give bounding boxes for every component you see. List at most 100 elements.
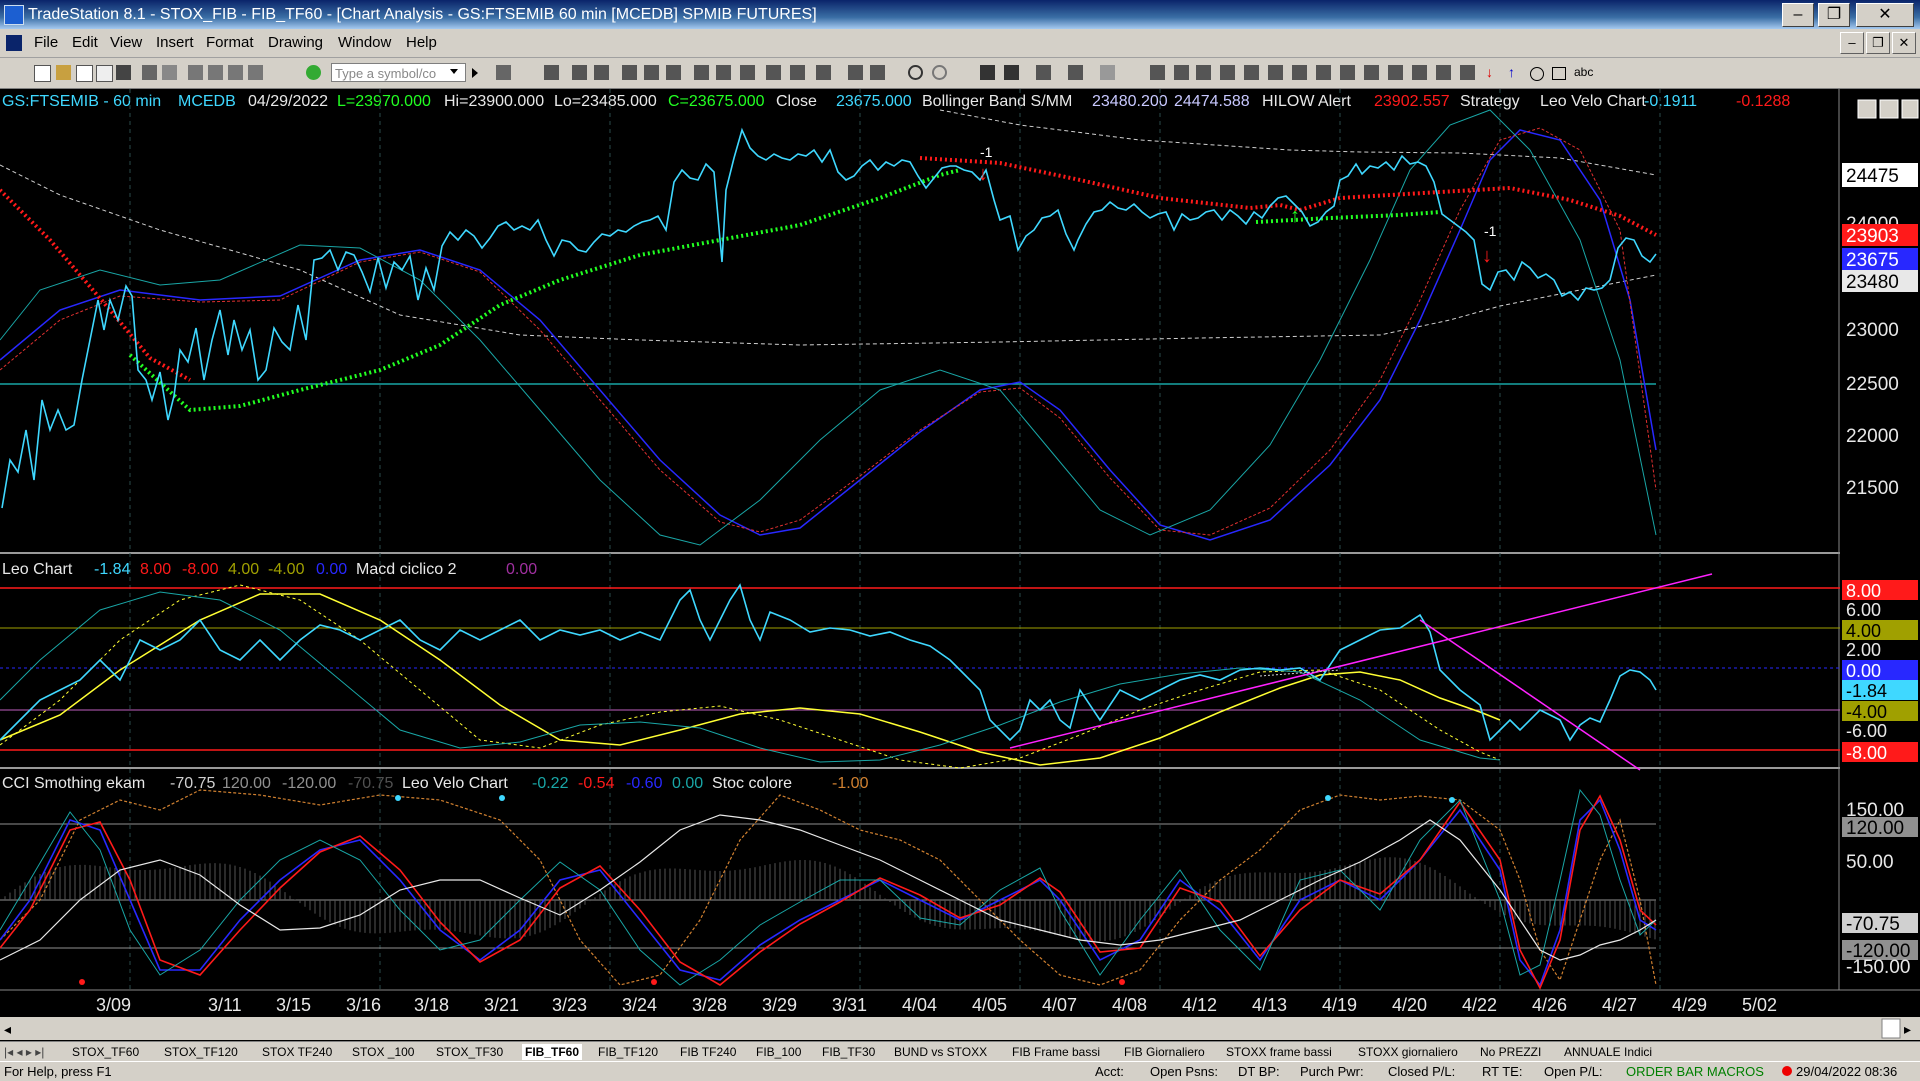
tab-stox-100[interactable]: STOX _100 [352, 1044, 414, 1060]
symbol-dropdown-icon[interactable] [450, 69, 458, 74]
new-icon[interactable] [34, 65, 51, 82]
open-icon[interactable] [56, 65, 71, 80]
tab-fib-100[interactable]: FIB_100 [756, 1044, 801, 1060]
leo-yellow-dashed[interactable] [0, 584, 1501, 769]
menu-drawing[interactable]: Drawing [268, 34, 323, 51]
interval-icon[interactable] [790, 65, 805, 80]
pane-restore-button[interactable] [1879, 99, 1899, 119]
ellipse-icon[interactable] [1530, 67, 1544, 81]
close-button[interactable]: ✕ [1856, 3, 1914, 27]
horizontal-line-icon[interactable] [1196, 65, 1211, 80]
menu-file[interactable]: File [34, 34, 58, 51]
tab-fib-tf120[interactable]: FIB_TF120 [598, 1044, 658, 1060]
tab-no-prezzi[interactable]: No PREZZI [1480, 1044, 1541, 1060]
tab-fib-tf30[interactable]: FIB_TF30 [822, 1044, 875, 1060]
tab-stox-tf30[interactable]: STOX_TF30 [436, 1044, 503, 1060]
leo-cyan-line[interactable] [0, 583, 1657, 742]
bollinger-lower[interactable] [0, 164, 1657, 346]
news-icon[interactable] [248, 65, 263, 80]
symbol-list-icon[interactable] [740, 65, 755, 80]
scroll-left-icon[interactable]: ◂ [4, 1021, 11, 1037]
scroll-right-icon[interactable] [870, 65, 885, 80]
tracking-icon[interactable] [1068, 65, 1083, 80]
tab-fib-tf240[interactable]: FIB TF240 [680, 1044, 736, 1060]
tab-fib-tf60[interactable]: FIB_TF60 [522, 1044, 583, 1060]
cci-histogram[interactable] [0, 857, 1656, 942]
menu-window[interactable]: Window [338, 34, 391, 51]
bar-chart-icon[interactable] [544, 65, 559, 80]
cci-white-curve[interactable] [0, 814, 1657, 961]
format-icon[interactable] [666, 65, 681, 80]
line-chart-icon[interactable] [594, 65, 609, 80]
alerts-icon[interactable] [1100, 65, 1115, 80]
fib-retracement-icon[interactable] [1220, 65, 1235, 80]
tab-nav-arrows-icon[interactable]: |◂ ◂ ▸ ▸| [4, 1044, 44, 1060]
tab-stox-tf60[interactable]: STOX_TF60 [72, 1044, 139, 1060]
candle-icon[interactable] [572, 65, 587, 80]
go-icon[interactable] [472, 68, 478, 78]
copy-icon[interactable] [96, 65, 113, 82]
fib-time-icon[interactable] [1292, 65, 1307, 80]
status-macros[interactable]: ORDER BAR MACROS [1626, 1064, 1764, 1079]
restore-button[interactable]: ❐ [1818, 3, 1850, 27]
andrews-pitchfork-icon[interactable] [1364, 65, 1379, 80]
speed-line-icon[interactable] [1316, 65, 1331, 80]
performance-icon[interactable] [716, 65, 731, 80]
tab-stoxx-frame-bassi[interactable]: STOXX frame bassi [1226, 1044, 1332, 1060]
arrow-draw-icon[interactable] [1460, 65, 1475, 80]
chart-window-icon[interactable] [188, 65, 203, 80]
scroll-right-arrow-icon[interactable]: ▸ [1904, 1021, 1911, 1037]
strategy-icon[interactable] [644, 65, 659, 80]
document-icon[interactable] [6, 35, 22, 51]
cycle-red-curve[interactable] [0, 127, 1657, 536]
tools-icon[interactable] [1036, 65, 1051, 80]
tab-fib-frame-bassi[interactable]: FIB Frame bassi [1012, 1044, 1100, 1060]
new-workspace-icon[interactable] [76, 65, 93, 82]
price-line[interactable] [1, 127, 1657, 509]
arrow-down-icon[interactable]: ↓ [1486, 64, 1493, 80]
mdi-close-button[interactable]: ✕ [1892, 32, 1916, 54]
stoc-orange-dotted[interactable] [0, 789, 1657, 986]
gann-fan-icon[interactable] [1340, 65, 1355, 80]
arrow-up-icon[interactable]: ↑ [1508, 64, 1515, 80]
indicator-icon[interactable] [622, 65, 637, 80]
matrix-icon[interactable] [228, 65, 243, 80]
hilow-green-right[interactable] [1255, 210, 1441, 224]
tab-bund-vs-stoxx[interactable]: BUND vs STOXX [894, 1044, 987, 1060]
compress-icon[interactable] [816, 65, 831, 80]
menu-insert[interactable]: Insert [156, 34, 194, 51]
tab-annuale-indici[interactable]: ANNUALE Indici [1564, 1044, 1652, 1060]
minimize-button[interactable]: – [1782, 3, 1814, 27]
velo-teal-curve[interactable] [0, 788, 1657, 986]
magenta-trendline-down[interactable] [1419, 619, 1641, 771]
trendline-icon[interactable] [1150, 65, 1165, 80]
menu-help[interactable]: Help [406, 34, 437, 51]
hilow-red-right[interactable] [919, 156, 1657, 237]
chart-area[interactable]: GS:FTSEMIB - 60 min MCEDB 04/29/2022 L=2… [0, 89, 1920, 1045]
tab-fib-giornaliero[interactable]: FIB Giornaliero [1124, 1044, 1205, 1060]
radar-screen-icon[interactable] [208, 65, 223, 80]
globe-icon[interactable] [306, 65, 321, 80]
pencil-icon[interactable] [1436, 65, 1451, 80]
pane-minimize-button[interactable] [1857, 99, 1877, 119]
tab-stox-tf240[interactable]: STOX TF240 [262, 1044, 332, 1060]
tab-stox-tf120[interactable]: STOX_TF120 [164, 1044, 238, 1060]
lookup-icon[interactable] [496, 65, 511, 80]
vertical-line-icon[interactable] [1174, 65, 1189, 80]
cycle-line-icon[interactable] [1412, 65, 1427, 80]
regression-icon[interactable] [1388, 65, 1403, 80]
horizontal-scrollbar[interactable] [0, 1017, 1920, 1040]
menu-format[interactable]: Format [206, 34, 254, 51]
scroll-thumb[interactable] [1881, 1018, 1901, 1039]
menu-edit[interactable]: Edit [72, 34, 98, 51]
fib-extension-icon[interactable] [1268, 65, 1283, 80]
zoom-in-icon[interactable] [908, 65, 923, 80]
channel-icon[interactable] [1244, 65, 1259, 80]
text-tool-icon[interactable]: abc [1574, 65, 1593, 79]
cycle-teal-curve[interactable] [0, 109, 1657, 546]
hand-icon[interactable] [1004, 65, 1019, 80]
bar-spacing-icon[interactable] [766, 65, 781, 80]
data-window-icon[interactable] [694, 65, 709, 80]
scroll-icon[interactable] [848, 65, 863, 80]
magenta-trendline-up[interactable] [1009, 573, 1713, 749]
